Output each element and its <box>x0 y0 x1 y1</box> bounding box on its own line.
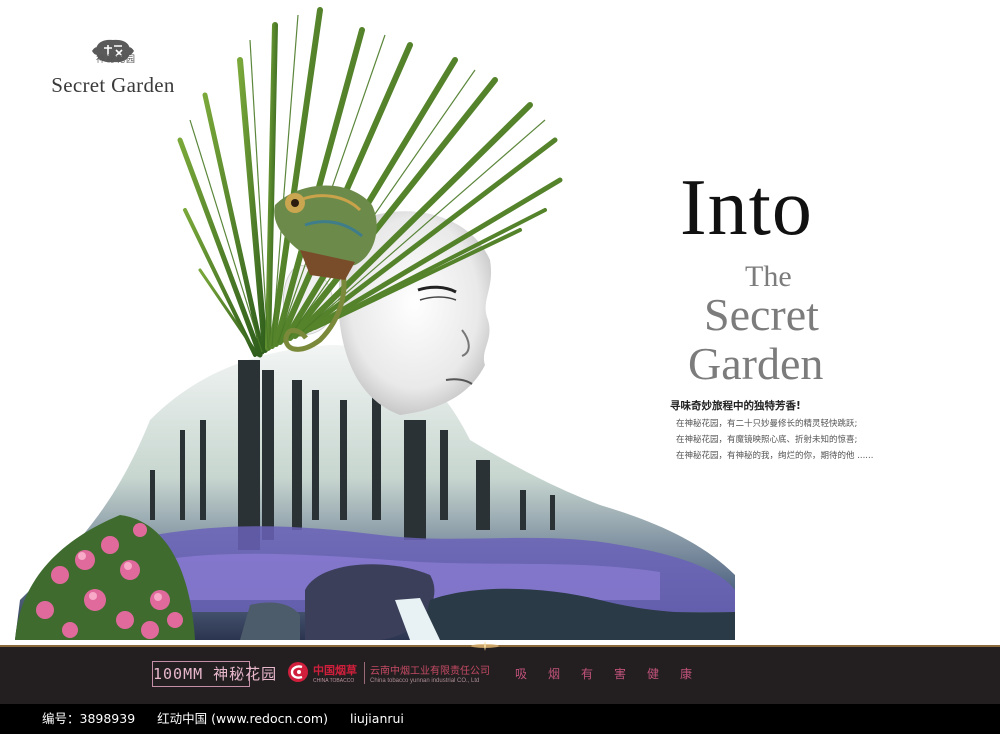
logo-name-en: Secret Garden <box>51 73 175 97</box>
logo-name-cn: 神秘花园 <box>96 55 137 65</box>
headline-the: The <box>745 260 792 293</box>
company-full-name: 云南中烟工业有限责任公司 <box>370 666 490 677</box>
divider <box>364 662 365 684</box>
image-id-label: 编号：3898939 <box>42 711 136 726</box>
health-warning: 吸烟有害健康 <box>515 667 714 681</box>
slogan: 寻味奇妙旅程中的独特芳香! <box>670 400 801 412</box>
poster: Secret Garden 神秘花园 Into The Secret Garde… <box>0 0 1000 645</box>
palm-leaf-hair <box>177 7 563 358</box>
brand-mark-100mm: 100MM 神秘花园 <box>152 661 276 687</box>
body-copy: 在神秘花园，有二十只妙曼修长的精灵轻快跳跃; 在神秘花园，有魔镜映照心底、折射未… <box>676 416 873 464</box>
company-name: 中国烟草 <box>313 664 357 677</box>
company-name-en: CHINA TOBACCO <box>313 678 355 684</box>
headline-into: Into <box>680 164 813 252</box>
china-tobacco-logo-icon <box>288 662 308 682</box>
headline-garden: Garden <box>688 338 824 389</box>
headline-secret: Secret <box>704 289 819 340</box>
brand-band: 100MM 神秘花园 中国烟草 CHINA TOBACCO 云南中烟工业有限责任… <box>0 641 1000 704</box>
body-line: 在神秘花园，有神秘的我，绚烂的你，期待的他 ...... <box>676 451 874 461</box>
company-full-name-en: China tobacco yunnan industrial CO., Ltd <box>370 678 480 684</box>
sparkle-icon <box>471 641 499 651</box>
body-line: 在神秘花园，有魔镜映照心底、折射未知的惊喜; <box>676 435 858 445</box>
footer-strip: 编号：3898939 红动中国 (www.redocn.com) liujian… <box>0 704 1000 734</box>
brand-logo: Secret Garden <box>38 36 188 98</box>
author-credit: liujianrui <box>349 711 404 726</box>
site-credit: 红动中国 (www.redocn.com) <box>157 711 328 726</box>
body-line: 在神秘花园，有二十只妙曼修长的精灵轻快跳跃; <box>676 419 858 429</box>
